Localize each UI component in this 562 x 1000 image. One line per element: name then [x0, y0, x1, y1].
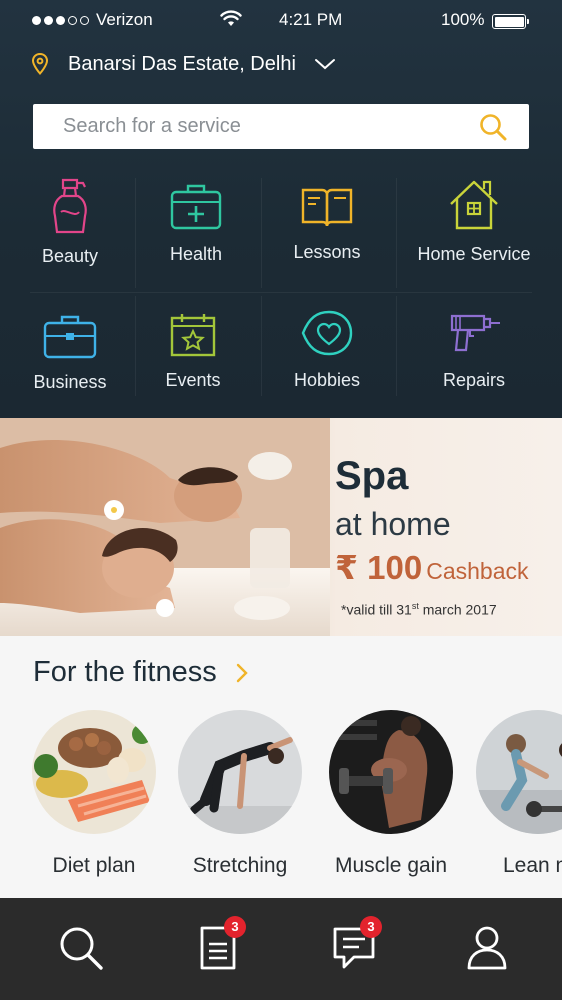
medical-kit-icon — [170, 184, 222, 230]
stretching-image — [178, 710, 302, 834]
banner-title: Spa — [335, 454, 409, 498]
calendar-star-icon — [170, 314, 216, 357]
category-beauty[interactable]: Beauty — [5, 178, 135, 267]
search-icon — [60, 927, 103, 970]
category-label: Lessons — [293, 242, 361, 262]
category-lessons[interactable]: Lessons — [262, 186, 392, 263]
location-selector[interactable]: Banarsi Das Estate, Delhi — [30, 52, 336, 76]
fitness-item-lean[interactable]: Lean m — [476, 710, 562, 878]
category-label: Business — [33, 372, 107, 392]
chevron-down-icon[interactable] — [314, 57, 336, 71]
category-label: Repairs — [442, 370, 506, 390]
location-pin-icon — [31, 52, 49, 76]
carrier-label: Verizon — [96, 10, 153, 29]
tab-requests[interactable]: 3 — [194, 916, 246, 974]
search-bar — [33, 104, 529, 149]
spa-couple-image — [0, 418, 330, 636]
banner-subtitle: at home — [335, 506, 451, 542]
category-label: Beauty — [41, 246, 99, 266]
briefcase-icon — [43, 315, 97, 359]
profile-icon — [467, 926, 507, 970]
fitness-item-stretching[interactable]: Stretching — [178, 710, 302, 878]
tab-profile[interactable] — [463, 924, 513, 974]
search-input[interactable] — [33, 104, 473, 149]
category-events[interactable]: Events — [128, 312, 258, 391]
cashback-offer: ₹ 100 Cashback — [335, 548, 528, 587]
notification-badge: 3 — [360, 916, 382, 938]
house-icon — [450, 180, 498, 230]
section-title: For the fitness — [33, 656, 217, 688]
lean-image — [476, 710, 562, 834]
category-label: Hobbies — [293, 370, 361, 390]
fitness-item-label: Lean m — [502, 854, 562, 877]
category-hobbies[interactable]: Hobbies — [262, 308, 392, 391]
offer-validity: *valid till 31st march 2017 — [341, 601, 497, 618]
fitness-section: For the fitness Diet plan Stretching Mus… — [0, 636, 562, 898]
spray-bottle-icon — [53, 178, 87, 234]
category-health[interactable]: Health — [131, 182, 261, 265]
tab-search[interactable] — [57, 924, 107, 974]
fitness-header[interactable]: For the fitness — [33, 656, 249, 689]
category-label: Events — [165, 370, 221, 390]
location-label: Banarsi Das Estate, Delhi — [68, 52, 296, 75]
heart-bubble-icon — [301, 310, 353, 356]
book-icon — [301, 188, 353, 227]
notification-badge: 3 — [224, 916, 246, 938]
muscle-gain-image — [329, 710, 453, 834]
diet-plan-image — [32, 710, 156, 834]
status-bar: Verizon 4:21 PM 100% — [0, 8, 562, 32]
category-business[interactable]: Business — [5, 314, 135, 393]
fitness-item-label: Stretching — [192, 854, 288, 877]
cashback-label: Cashback — [426, 558, 529, 584]
cashback-amount: ₹ 100 — [335, 549, 423, 586]
category-repairs[interactable]: Repairs — [409, 310, 539, 391]
drill-icon — [450, 314, 500, 352]
battery-percent: 100% — [441, 10, 485, 29]
signal-carrier: Verizon — [32, 10, 153, 30]
fitness-item-muscle-gain[interactable]: Muscle gain — [329, 710, 453, 878]
wifi-icon — [220, 10, 242, 26]
search-icon[interactable] — [479, 113, 507, 141]
bottom-tab-bar: 3 3 — [0, 898, 562, 1000]
fitness-item-label: Diet plan — [52, 854, 136, 877]
battery-icon — [492, 14, 529, 29]
header-panel: Verizon 4:21 PM 100% Banarsi Das Estate,… — [0, 0, 562, 418]
category-grid: Beauty Health Lessons Home Service Busin… — [0, 178, 562, 410]
fitness-item-label: Muscle gain — [334, 854, 448, 877]
fitness-item-diet-plan[interactable]: Diet plan — [32, 710, 156, 878]
promo-banner[interactable]: Spa at home ₹ 100 Cashback *valid till 31… — [0, 418, 562, 636]
category-label: Home Service — [417, 244, 531, 264]
clock: 4:21 PM — [279, 10, 343, 29]
tab-messages[interactable]: 3 — [330, 916, 382, 974]
chevron-right-icon[interactable] — [235, 662, 249, 684]
category-home-service[interactable]: Home Service — [409, 178, 539, 265]
category-label: Health — [169, 244, 223, 264]
